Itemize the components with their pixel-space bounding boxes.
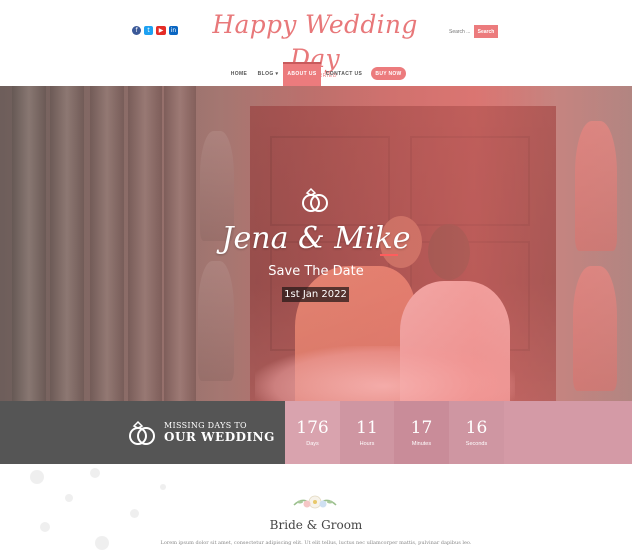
flower-divider-icon xyxy=(293,495,337,509)
youtube-icon[interactable]: ▶ xyxy=(156,26,166,35)
nav-item-contact-us[interactable]: CONTACT US xyxy=(324,62,364,86)
buy-now-button[interactable]: BUY NOW xyxy=(371,67,406,80)
countdown-label: Seconds xyxy=(465,441,488,447)
search-button[interactable]: Search xyxy=(474,25,498,38)
rings-icon xyxy=(129,420,155,445)
bokeh-dot xyxy=(160,484,166,490)
search-form: Search xyxy=(449,25,498,38)
social-links: f t ▶ in xyxy=(132,26,178,35)
countdown-value: 11 xyxy=(356,418,378,438)
bokeh-dot xyxy=(40,522,50,532)
nav-item-blog[interactable]: BLOG ▾ xyxy=(255,62,281,86)
nav-item-home[interactable]: HOME xyxy=(227,62,251,86)
facebook-icon[interactable]: f xyxy=(132,26,141,35)
bokeh-dot xyxy=(30,470,44,484)
countdown-seconds: 16 Seconds xyxy=(449,401,504,464)
name-underline xyxy=(380,254,398,256)
section-title: Bride & Groom xyxy=(269,518,363,532)
countdown-label: Minutes xyxy=(411,441,432,447)
rings-icon xyxy=(302,187,328,212)
countdown-value: 176 xyxy=(296,418,329,438)
save-the-date: Save The Date xyxy=(268,264,364,279)
countdown-filler xyxy=(504,401,632,464)
bokeh-dot xyxy=(90,468,100,478)
bokeh-dot xyxy=(65,494,73,502)
page: f t ▶ in Happy Wedding Day JUST MARRIED … xyxy=(0,0,632,553)
countdown-hours: 11 Hours xyxy=(340,401,394,464)
countdown-value: 16 xyxy=(465,418,488,438)
nav-item-about-us[interactable]: ABOUT US xyxy=(283,62,321,86)
countdown-line2: OUR WEDDING xyxy=(164,430,275,444)
wedding-date: 1st Jan 2022 xyxy=(282,287,349,302)
countdown-days: 176 Days xyxy=(285,401,340,464)
main-nav: HOME BLOG ▾ ABOUT US CONTACT US BUY NOW xyxy=(0,62,632,86)
linkedin-icon[interactable]: in xyxy=(169,26,178,35)
countdown-minutes: 17 Minutes xyxy=(394,401,449,464)
countdown-label: Days xyxy=(306,441,319,447)
search-input[interactable] xyxy=(449,25,473,38)
countdown-value: 17 xyxy=(410,418,433,438)
twitter-icon[interactable]: t xyxy=(144,26,153,35)
couple-names: Jena & Mike xyxy=(221,221,411,256)
countdown-label: Hours xyxy=(359,441,375,447)
section-text: Lorem ipsum dolor sit amet, consectetur … xyxy=(160,540,472,546)
bokeh-dot xyxy=(130,509,139,518)
site-header: f t ▶ in Happy Wedding Day JUST MARRIED … xyxy=(0,0,632,86)
countdown-line1: MISSING DAYS TO xyxy=(164,421,247,430)
